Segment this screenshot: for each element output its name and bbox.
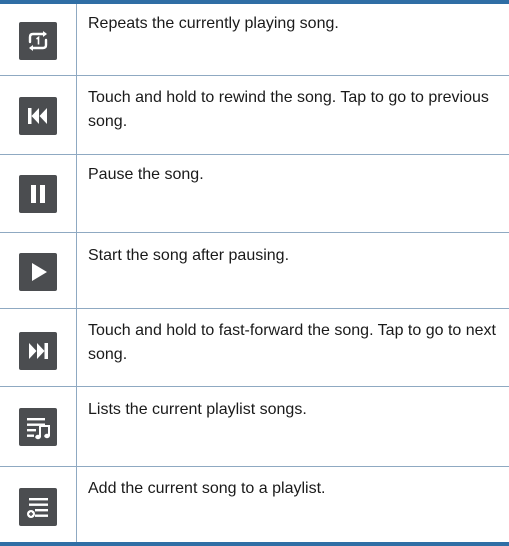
icon-cell	[0, 233, 77, 308]
play-icon	[19, 253, 57, 291]
row-description: Touch and hold to rewind the song. Tap t…	[88, 89, 489, 130]
icon-cell	[0, 387, 77, 466]
row-description: Lists the current playlist songs.	[88, 401, 307, 418]
icon-cell	[0, 309, 77, 386]
row-description: Repeats the currently playing song.	[88, 15, 339, 32]
bottom-rule	[0, 542, 509, 546]
row-description: Add the current song to a playlist.	[88, 480, 326, 497]
table-row: Pause the song.	[0, 155, 509, 233]
row-description: Start the song after pausing.	[88, 247, 290, 264]
repeat-one-icon	[19, 22, 57, 60]
previous-track-icon	[19, 97, 57, 135]
icon-cell	[0, 467, 77, 542]
table-row: Add the current song to a playlist.	[0, 467, 509, 542]
icon-cell	[0, 155, 77, 232]
table-row: Start the song after pausing.	[0, 233, 509, 309]
icon-cell	[0, 76, 77, 154]
table-row: Lists the current playlist songs.	[0, 387, 509, 467]
pause-icon	[19, 175, 57, 213]
add-to-playlist-icon	[19, 488, 57, 526]
playlist-icon	[19, 408, 57, 446]
table-row: Repeats the currently playing song.	[0, 4, 509, 76]
row-description: Pause the song.	[88, 166, 204, 183]
controls-table: Repeats the currently playing song. Touc…	[0, 0, 509, 546]
row-description: Touch and hold to fast-forward the song.…	[88, 322, 496, 363]
icon-cell	[0, 4, 77, 75]
table-row: Touch and hold to fast-forward the song.…	[0, 309, 509, 387]
next-track-icon	[19, 332, 57, 370]
table-row: Touch and hold to rewind the song. Tap t…	[0, 76, 509, 155]
